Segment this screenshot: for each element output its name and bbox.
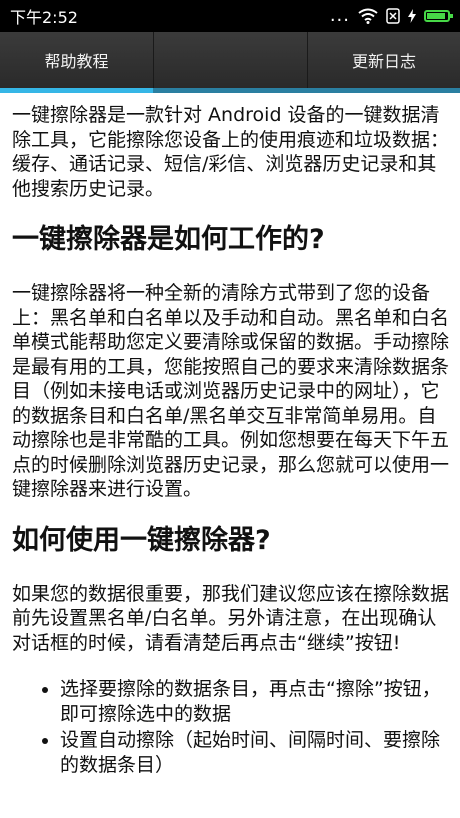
wifi-icon — [358, 8, 378, 24]
status-bar: 下午2:52 ... — [0, 0, 460, 32]
list-item: 选择要擦除的数据条目，再点击“擦除”按钮，即可擦除选中的数据 — [60, 677, 450, 726]
battery-icon — [424, 10, 453, 22]
tab-help-tutorial[interactable]: 帮助教程 — [0, 32, 153, 88]
charging-icon — [408, 9, 416, 23]
tab-middle[interactable] — [153, 32, 307, 88]
tab-label: 更新日志 — [351, 52, 416, 71]
tab-active-indicator — [0, 88, 153, 93]
usage-list: 选择要擦除的数据条目，再点击“擦除”按钮，即可擦除选中的数据 设置自动擦除（起始… — [12, 677, 450, 777]
how-it-works-paragraph: 一键擦除器将一种全新的清除方式带到了您的设备上：黑名单和白名单以及手动和自动。黑… — [12, 282, 450, 500]
sim-icon — [386, 8, 400, 24]
how-to-use-paragraph: 如果您的数据很重要，那我们建议您应该在擦除数据前先设置黑名单/白名单。另外请注意… — [12, 582, 450, 654]
list-item: 设置自动擦除（起始时间、间隔时间、要擦除的数据条目） — [60, 728, 450, 777]
tab-changelog[interactable]: 更新日志 — [307, 32, 460, 88]
more-dots: ... — [329, 5, 350, 26]
tab-label: 帮助教程 — [44, 52, 109, 71]
how-it-works-heading: 一键擦除器是如何工作的? — [12, 224, 325, 255]
help-content: 一键擦除器是一款针对 Android 设备的一键数据清除工具，它能擦除您设备上的… — [12, 103, 450, 779]
intro-paragraph: 一键擦除器是一款针对 Android 设备的一键数据清除工具，它能擦除您设备上的… — [12, 104, 450, 200]
status-time: 下午2:52 — [10, 8, 78, 27]
status-icons: ... — [329, 5, 453, 26]
tab-bar: 帮助教程 更新日志 — [0, 32, 460, 88]
tab-indicator-track — [153, 88, 460, 93]
how-to-use-heading: 如何使用一键擦除器? — [12, 524, 271, 556]
